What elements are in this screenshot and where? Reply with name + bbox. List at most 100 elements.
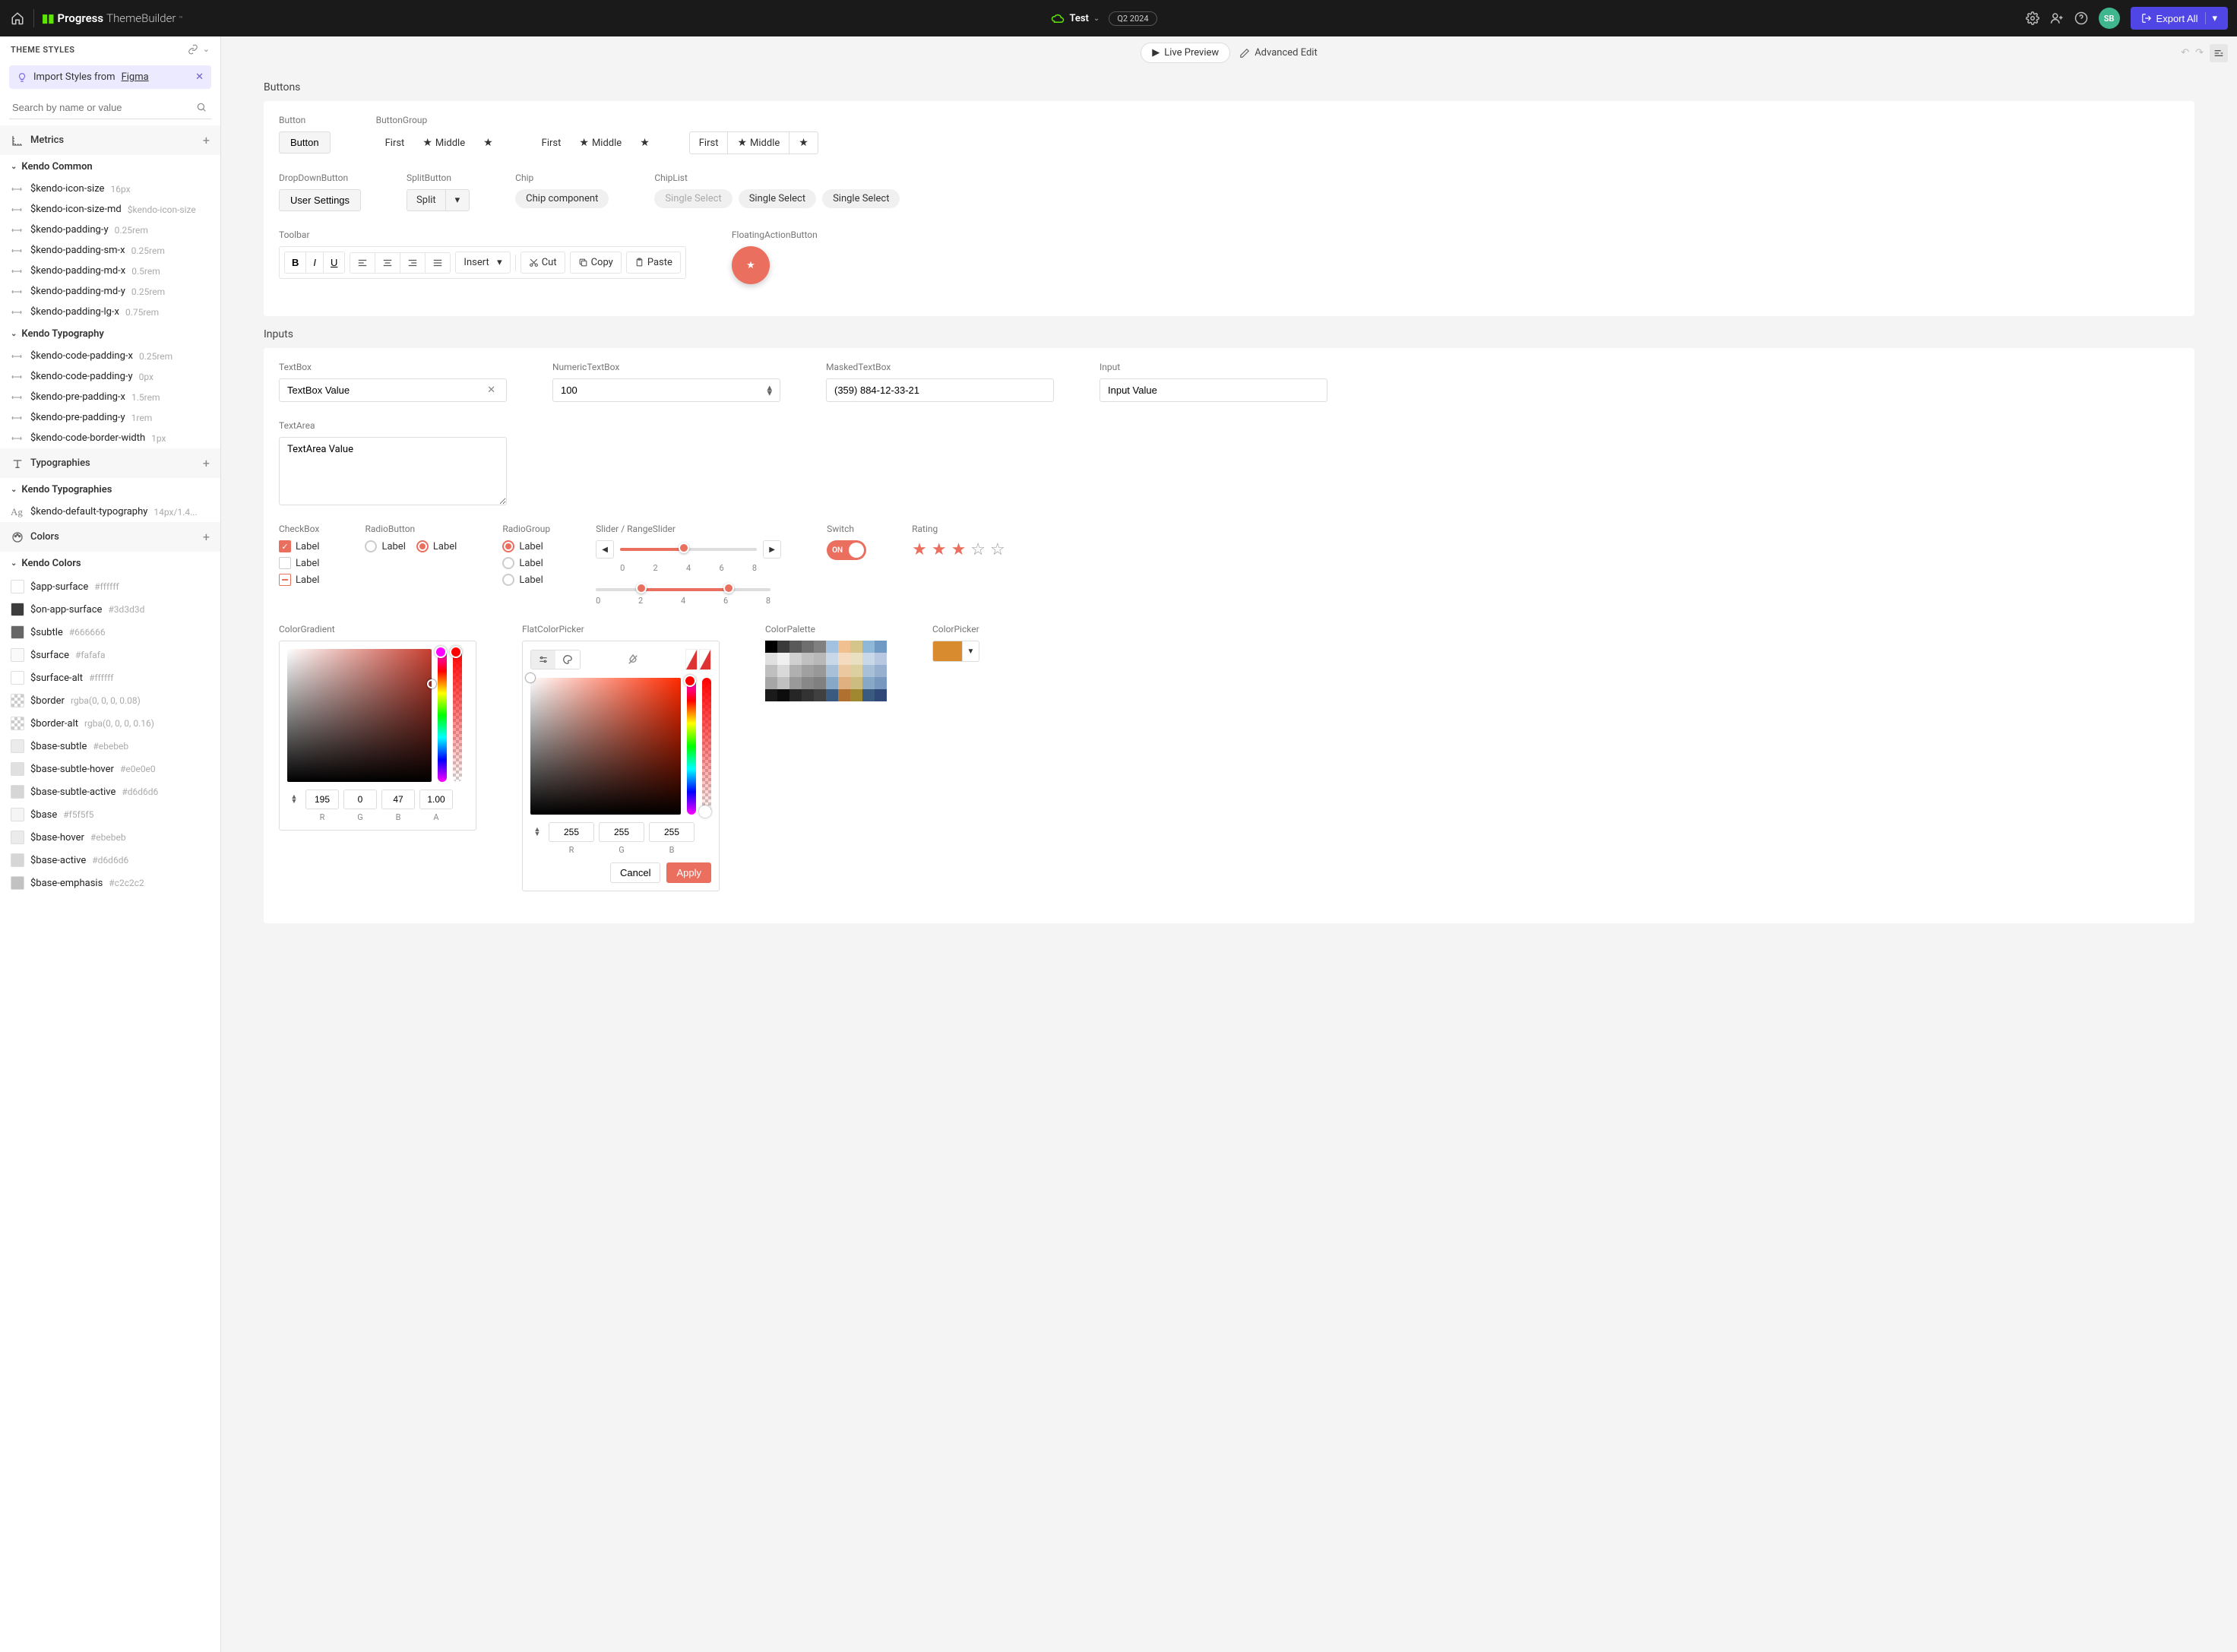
var-row[interactable]: Ag$kendo-default-typography14px/1.4... <box>0 502 220 522</box>
var-row[interactable]: $kendo-code-border-width1px <box>0 428 220 448</box>
color-var-row[interactable]: $base-active#d6d6d6 <box>0 849 220 872</box>
color-var-row[interactable]: $base-hover#ebebeb <box>0 826 220 849</box>
bold-button[interactable]: B <box>285 252 306 273</box>
var-row[interactable]: $kendo-code-padding-y0px <box>0 366 220 387</box>
live-preview-button[interactable]: ▶ Live Preview <box>1141 43 1230 63</box>
color-var-row[interactable]: $border-altrgba(0, 0, 0, 0.16) <box>0 712 220 735</box>
picker-mode-tabs[interactable] <box>530 650 581 669</box>
palette-cell[interactable] <box>838 641 850 653</box>
version-badge[interactable]: Q2 2024 <box>1109 11 1156 26</box>
slider-increase[interactable]: ▶ <box>763 540 781 559</box>
radiogroup-item[interactable]: Label <box>502 557 550 569</box>
color-var-row[interactable]: $on-app-surface#3d3d3d <box>0 598 220 621</box>
advanced-edit-button[interactable]: Advanced Edit <box>1239 47 1318 59</box>
paste-button[interactable]: Paste <box>626 252 681 274</box>
var-row[interactable]: $kendo-code-padding-x0.25rem <box>0 346 220 366</box>
chevron-down-icon[interactable]: ⌄ <box>203 44 210 55</box>
g-input[interactable] <box>343 790 377 809</box>
sample-button[interactable]: Button <box>279 131 331 153</box>
plus-icon[interactable]: + <box>203 530 210 544</box>
palette-cell[interactable] <box>802 689 814 701</box>
plus-icon[interactable]: + <box>203 133 210 147</box>
palette-cell[interactable] <box>777 641 789 653</box>
chip-item[interactable]: Single Select <box>654 189 732 208</box>
palette-cell[interactable] <box>789 653 802 665</box>
var-row[interactable]: $kendo-padding-y0.25rem <box>0 220 220 240</box>
radio-selected[interactable]: Label <box>416 540 457 552</box>
palette-cell[interactable] <box>850 665 862 677</box>
palette-cell[interactable] <box>826 689 838 701</box>
alpha-slider[interactable] <box>453 649 462 782</box>
settings-panel-icon[interactable] <box>2210 44 2228 62</box>
textarea[interactable] <box>279 437 507 505</box>
group-kendo-common[interactable]: ⌄Kendo Common <box>0 155 220 179</box>
color-gradient[interactable]: ▲▼ R G B A <box>279 641 476 831</box>
color-var-row[interactable]: $base-subtle-hover#e0e0e0 <box>0 758 220 780</box>
palette-cell[interactable] <box>814 641 826 653</box>
category-colors[interactable]: Colors + <box>0 522 220 552</box>
checkbox-checked[interactable]: ✓Label <box>279 540 319 552</box>
palette-cell[interactable] <box>765 689 777 701</box>
palette-cell[interactable] <box>789 689 802 701</box>
italic-button[interactable]: I <box>306 252 324 273</box>
seg-first[interactable]: First <box>689 131 729 154</box>
home-button[interactable] <box>9 10 26 27</box>
seg-star[interactable]: ★ <box>631 132 659 153</box>
palette-cell[interactable] <box>802 665 814 677</box>
palette-cell[interactable] <box>838 653 850 665</box>
rating[interactable]: ★ ★ ★ ☆ ☆ <box>912 540 1005 559</box>
seg-first[interactable]: First <box>376 132 414 153</box>
add-user-icon[interactable] <box>2050 11 2064 25</box>
underline-button[interactable]: U <box>324 252 344 273</box>
fab-button[interactable]: ★ <box>732 246 770 284</box>
chip-item[interactable]: Single Select <box>822 189 900 208</box>
palette-cell[interactable] <box>826 677 838 689</box>
split-button[interactable]: Split ▾ <box>407 189 470 211</box>
alpha-slider[interactable] <box>702 678 711 815</box>
palette-cell[interactable] <box>777 677 789 689</box>
plain-input[interactable] <box>1100 378 1327 402</box>
palette-cell[interactable] <box>814 689 826 701</box>
palette-cell[interactable] <box>850 653 862 665</box>
palette-cell[interactable] <box>838 677 850 689</box>
radio-unselected[interactable]: Label <box>365 540 405 552</box>
palette-cell[interactable] <box>777 689 789 701</box>
seg-middle[interactable]: ★Middle <box>570 132 631 153</box>
seg-middle[interactable]: ★Middle <box>728 131 789 154</box>
palette-cell[interactable] <box>814 653 826 665</box>
no-color-icon[interactable] <box>627 654 639 666</box>
palette-cell[interactable] <box>802 641 814 653</box>
export-button[interactable]: Export All ▾ <box>2131 7 2228 30</box>
masked-textbox[interactable] <box>826 378 1054 402</box>
insert-dropdown[interactable]: Insert ▾ <box>455 252 510 274</box>
gear-icon[interactable] <box>2026 11 2039 25</box>
radiogroup-item[interactable]: Label <box>502 574 550 586</box>
figma-link[interactable]: Figma <box>122 71 149 83</box>
checkbox-unchecked[interactable]: Label <box>279 557 319 569</box>
palette-cell[interactable] <box>826 641 838 653</box>
b-input[interactable] <box>381 790 415 809</box>
gradient-canvas[interactable] <box>530 678 681 815</box>
palette-cell[interactable] <box>789 641 802 653</box>
r-input[interactable] <box>549 822 594 842</box>
seg-middle[interactable]: ★Middle <box>413 132 474 153</box>
close-icon[interactable]: ✕ <box>195 71 204 83</box>
align-justify-button[interactable] <box>426 253 450 273</box>
palette-cell[interactable] <box>875 665 887 677</box>
color-var-row[interactable]: $borderrgba(0, 0, 0, 0.08) <box>0 689 220 712</box>
var-row[interactable]: $kendo-padding-md-x0.5rem <box>0 261 220 281</box>
copy-button[interactable]: Copy <box>570 252 622 274</box>
flat-color-picker[interactable]: ▲▼ R G B Cancel Apply <box>522 641 720 891</box>
var-row[interactable]: $kendo-icon-size-md$kendo-icon-size <box>0 199 220 220</box>
color-var-row[interactable]: $surface#fafafa <box>0 644 220 666</box>
numeric-textbox[interactable]: ▴▾ <box>552 378 780 402</box>
cancel-button[interactable]: Cancel <box>610 862 660 883</box>
color-picker-button[interactable]: ▼ <box>932 641 979 662</box>
g-input[interactable] <box>599 822 644 842</box>
palette-cell[interactable] <box>814 677 826 689</box>
align-left-button[interactable] <box>350 253 375 273</box>
var-row[interactable]: $kendo-pre-padding-y1rem <box>0 407 220 428</box>
color-var-row[interactable]: $base-subtle-active#d6d6d6 <box>0 780 220 803</box>
palette-cell[interactable] <box>862 653 875 665</box>
chip-item[interactable]: Single Select <box>739 189 816 208</box>
